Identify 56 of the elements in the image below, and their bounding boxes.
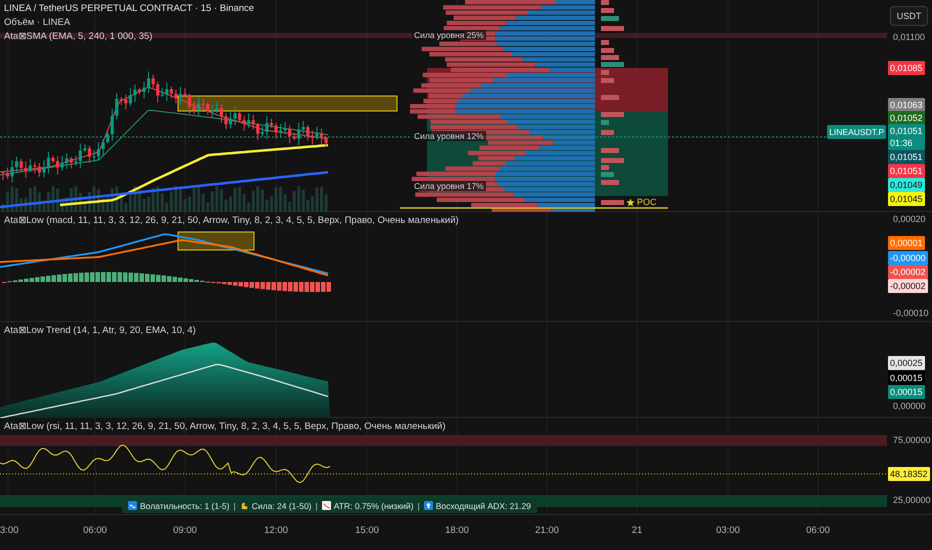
chart-icon <box>322 501 331 510</box>
price-axis-label: 25,00000 <box>892 494 932 507</box>
up-arrow-icon <box>424 501 433 510</box>
poc-label: POC <box>626 197 657 207</box>
price-badge: -0,00002 <box>888 265 928 279</box>
price-badge: 0,01049 <box>888 178 925 192</box>
price-badge: 0,01085 <box>888 61 925 75</box>
level-strength-label: Сила уровня 12% <box>412 131 486 141</box>
flexed-arm-icon <box>240 501 249 510</box>
status-text: Восходящий ADX: 21.29 <box>436 500 531 510</box>
status-text: Волатильность: 1 (1-5) <box>140 500 230 510</box>
indicator-legend: Ata⊠Low (rsi, 11, 11, 3, 3, 12, 26, 9, 21, 50, Arrow, Tiny, 8, 2, 3, 4, 5, 5, Верх, Право, Очень маленький) <box>4 421 446 432</box>
time-axis-label: 15:00 <box>355 525 379 536</box>
price-axis-label: 0,00000 <box>892 400 927 413</box>
symbol-title: LINEA / TetherUS PERPETUAL CONTRACT · 15 · Binance <box>4 3 254 14</box>
separator-text: | <box>234 500 236 510</box>
separator-text: | <box>316 500 318 510</box>
price-axis-label: 75,00000 <box>892 434 932 447</box>
level-strength-label: Сила уровня 25% <box>412 30 486 40</box>
price-badge: 0,01052 <box>888 111 925 125</box>
volume-legend: Объём · LINEA <box>4 17 254 28</box>
price-badge: -0,00000 <box>888 251 928 265</box>
time-axis-label: 18:00 <box>445 525 469 536</box>
time-axis-label: 21:00 <box>535 525 559 536</box>
time-axis-label: 21 <box>632 525 642 536</box>
price-badge: 0,00001 <box>888 236 925 250</box>
time-axis-label: 06:00 <box>806 525 830 536</box>
price-badge: 0,01051 <box>888 164 925 178</box>
price-badge: 48,18352 <box>888 467 930 481</box>
price-badge: 0,00025 <box>888 356 925 370</box>
price-badge: 0,01063 <box>888 98 925 112</box>
indicator-legend: Ata⊠SMA (EMA, 5, 240, 1 000, 35) <box>4 31 254 42</box>
price-badge: 0,00015 <box>888 371 925 385</box>
price-axis-label: 0,01100 <box>892 31 926 44</box>
indicator-legend: Ata⊠Low Trend (14, 1, Atr, 9, 20, EMA, 10, 4) <box>4 325 196 336</box>
time-axis-label: 12:00 <box>264 525 288 536</box>
status-text: ATR: 0.75% (низкий) <box>334 500 414 510</box>
price-badge: -0,00002 <box>888 279 928 293</box>
separator-text: | <box>418 500 420 510</box>
price-badge: 0,01045 <box>888 192 925 206</box>
star-icon <box>626 198 635 206</box>
price-axis-label: -0,00010 <box>892 307 930 320</box>
price-axis-label: 0,00020 <box>892 213 927 226</box>
level-strength-label: Сила уровня 17% <box>412 181 486 191</box>
currency-button[interactable]: USDT <box>890 6 928 26</box>
symbol-price-tag: LINEAUSDT.P <box>827 125 886 139</box>
status-text: Сила: 24 (1-50) <box>252 500 312 510</box>
price-badge: 0,01051 <box>888 150 925 164</box>
time-axis-label: 03:00 <box>716 525 740 536</box>
price-badge: 0,00015 <box>888 385 925 399</box>
price-badge: 0,01051 01:36 <box>888 124 925 150</box>
time-axis-label: 09:00 <box>173 525 197 536</box>
time-axis-label: 3:00 <box>0 525 18 536</box>
time-axis-label: 06:00 <box>83 525 107 536</box>
indicator-legend: Ata⊠Low (macd, 11, 11, 3, 3, 12, 26, 9, 21, 50, Arrow, Tiny, 8, 2, 3, 4, 5, 5, Верх, Право, Очень маленький) <box>4 215 459 226</box>
wave-icon <box>128 501 137 510</box>
